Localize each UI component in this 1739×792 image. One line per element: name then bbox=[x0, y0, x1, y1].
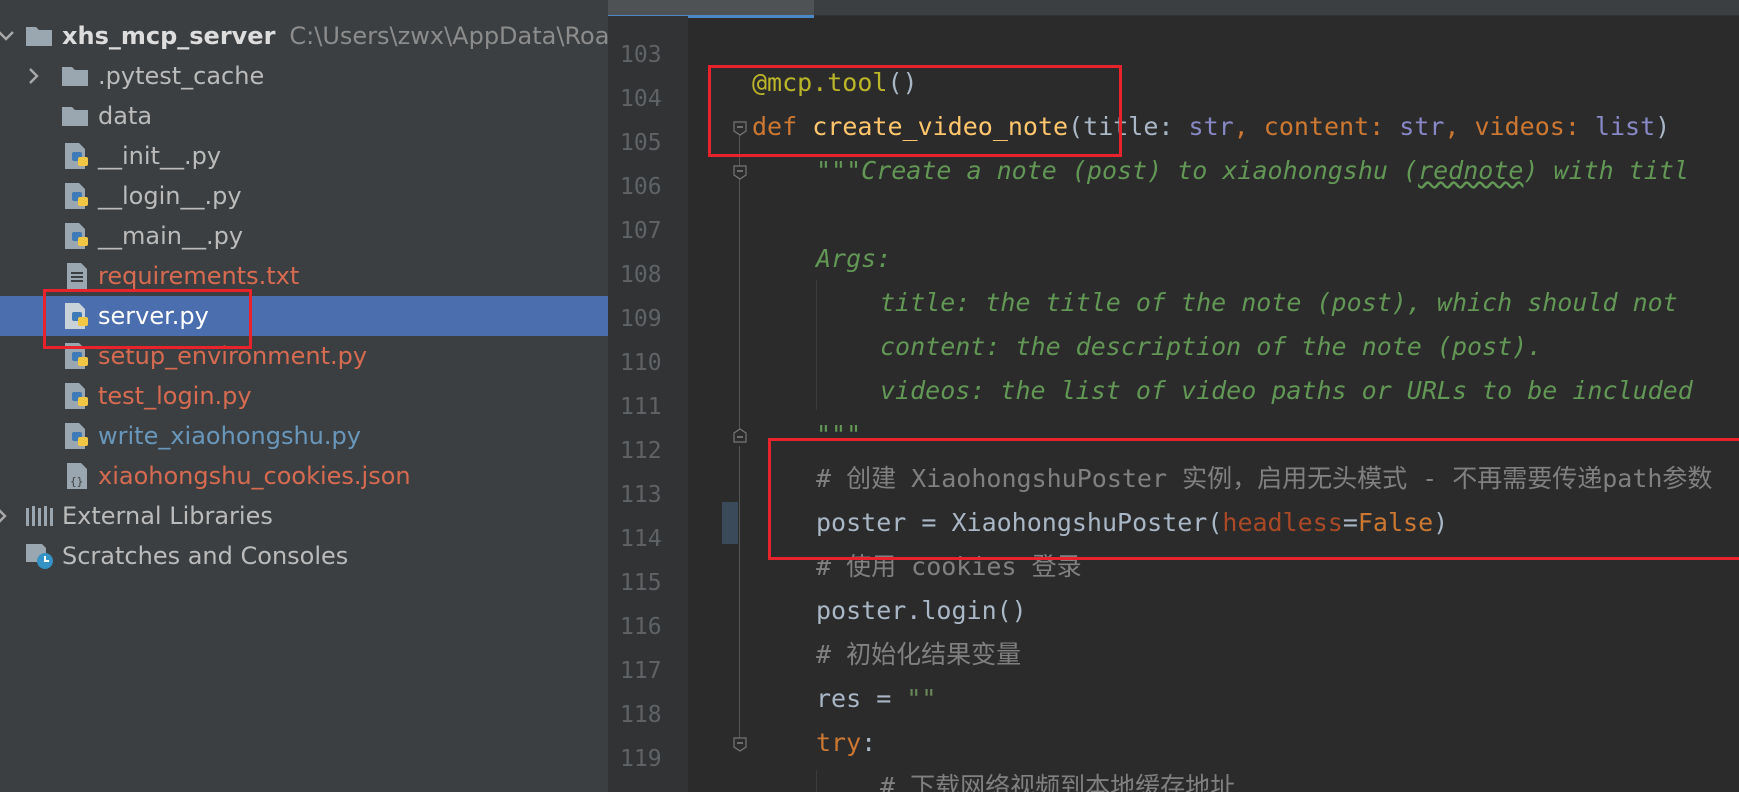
python-file-icon bbox=[65, 143, 88, 169]
tree-item-login-py[interactable]: __login__.py bbox=[0, 176, 608, 216]
chevron-right-icon[interactable] bbox=[22, 64, 46, 88]
tab-test-login-py[interactable] bbox=[1153, 0, 1393, 15]
editor-tab-bar bbox=[608, 0, 1739, 18]
python-file-icon bbox=[65, 383, 88, 409]
chevron-right-icon[interactable] bbox=[0, 504, 14, 528]
tree-item-external-libraries[interactable]: External Libraries bbox=[0, 496, 608, 536]
tree-item-label: requirements.txt bbox=[98, 262, 300, 290]
tree-item-requirements-txt[interactable]: requirements.txt bbox=[0, 256, 608, 296]
svg-text:{}: {} bbox=[70, 475, 83, 488]
annotation-box-poster bbox=[768, 438, 1739, 560]
code-line-117[interactable]: # 初始化结果变量 bbox=[816, 640, 1021, 670]
chevron-down-icon[interactable] bbox=[0, 24, 18, 48]
json-file-icon: {} bbox=[67, 463, 87, 489]
code-line-113[interactable]: # 创建 XiaohongshuPoster 实例，启用无头模式 - 不再需要传… bbox=[816, 464, 1712, 494]
tree-item-label: __init__.py bbox=[98, 142, 222, 170]
tree-item-label: xiaohongshu_cookies.json bbox=[98, 462, 411, 490]
root-folder-path: C:\Users\zwx\AppData\Roamin bbox=[289, 22, 608, 50]
line-number: 109 bbox=[620, 306, 662, 332]
caret-line-marker bbox=[722, 502, 738, 544]
code-line-106[interactable]: """Create a note (post) to xiaohongshu (… bbox=[816, 156, 1689, 186]
python-file-icon bbox=[65, 343, 88, 369]
line-number: 111 bbox=[620, 394, 662, 420]
folder-icon bbox=[62, 67, 88, 86]
tree-item-label: __main__.py bbox=[98, 222, 244, 250]
libraries-icon bbox=[26, 506, 53, 526]
line-number: 113 bbox=[620, 482, 662, 508]
indent-guide bbox=[816, 770, 817, 792]
tree-item-test-login-py[interactable]: test_login.py bbox=[0, 376, 608, 416]
tree-item-label: server.py bbox=[98, 302, 209, 330]
line-number: 108 bbox=[620, 262, 662, 288]
python-file-icon bbox=[65, 183, 88, 209]
line-number: 107 bbox=[620, 218, 662, 244]
tree-item-scratches-consoles[interactable]: Scratches and Consoles bbox=[0, 536, 608, 576]
sidebar-toolbar bbox=[0, 0, 608, 10]
code-line-104[interactable]: @mcp.tool() bbox=[752, 68, 918, 98]
line-number: 110 bbox=[620, 350, 662, 376]
code-line-110[interactable]: content: the description of the note (po… bbox=[880, 332, 1542, 362]
tree-item-server-py[interactable]: server.py bbox=[0, 296, 608, 336]
tree-item-pytest-cache[interactable]: .pytest_cache bbox=[0, 56, 608, 96]
code-line-108[interactable]: Args: bbox=[816, 244, 891, 274]
code-line-120[interactable]: # 下载网络视频到本地缓存地址 bbox=[880, 772, 1235, 792]
tree-item-setup-environment-py[interactable]: setup_environment.py bbox=[0, 336, 608, 376]
tree-item-cookies-json[interactable]: {} xiaohongshu_cookies.json bbox=[0, 456, 608, 496]
line-number: 103 bbox=[620, 42, 662, 68]
code-line-115[interactable]: # 使用 cookies 登录 bbox=[816, 552, 1082, 582]
line-number: 117 bbox=[620, 658, 662, 684]
tree-item-write-xiaohongshu-py[interactable]: write_xiaohongshu.py bbox=[0, 416, 608, 456]
code-line-114[interactable]: poster = XiaohongshuPoster(headless=Fals… bbox=[816, 508, 1448, 538]
line-number: 115 bbox=[620, 570, 662, 596]
tab-write-xiaohongshu-py[interactable] bbox=[818, 0, 1148, 15]
tree-item-label: External Libraries bbox=[62, 502, 273, 530]
root-folder-name: xhs_mcp_server bbox=[62, 22, 276, 50]
code-line-105[interactable]: def create_video_note(title: str, conten… bbox=[752, 112, 1670, 142]
indent-guide bbox=[816, 280, 817, 410]
line-number: 106 bbox=[620, 174, 662, 200]
code-editor[interactable]: 103 104 105 106 107 108 109 110 111 112 … bbox=[608, 0, 1739, 792]
code-line-111[interactable]: videos: the list of video paths or URLs … bbox=[880, 376, 1693, 406]
tree-item-label: data bbox=[98, 102, 153, 130]
fold-marker-icon[interactable] bbox=[732, 736, 748, 752]
tree-item-label: __login__.py bbox=[98, 182, 242, 210]
line-number-gutter: 103 104 105 106 107 108 109 110 111 112 … bbox=[608, 16, 688, 792]
python-file-icon bbox=[65, 303, 88, 329]
fold-line bbox=[739, 446, 740, 746]
tree-root-xhs-mcp-server[interactable]: xhs_mcp_server C:\Users\zwx\AppData\Roami… bbox=[0, 16, 608, 56]
code-line-118[interactable]: res = "" bbox=[816, 684, 936, 714]
code-line-116[interactable]: poster.login() bbox=[816, 596, 1027, 626]
line-number: 119 bbox=[620, 746, 662, 772]
text-file-icon bbox=[67, 263, 87, 289]
tree-item-label: test_login.py bbox=[98, 382, 252, 410]
line-number: 104 bbox=[620, 86, 662, 112]
code-line-112[interactable]: """ bbox=[816, 420, 861, 450]
tree-item-label: Scratches and Consoles bbox=[62, 542, 349, 570]
line-number: 118 bbox=[620, 702, 662, 728]
tree-item-init-py[interactable]: __init__.py bbox=[0, 136, 608, 176]
fold-marker-icon[interactable] bbox=[732, 164, 748, 180]
scratches-icon bbox=[26, 544, 53, 569]
project-tool-window: xhs_mcp_server C:\Users\zwx\AppData\Roami… bbox=[0, 0, 608, 792]
tree-item-label: write_xiaohongshu.py bbox=[98, 422, 361, 450]
folder-icon bbox=[62, 107, 88, 126]
line-number: 120 bbox=[620, 788, 680, 792]
tree-item-label: .pytest_cache bbox=[98, 62, 265, 90]
tree-item-label: setup_environment.py bbox=[98, 342, 368, 370]
python-file-icon bbox=[65, 223, 88, 249]
fold-marker-icon[interactable] bbox=[732, 428, 748, 444]
line-number: 112 bbox=[620, 438, 662, 464]
line-number: 116 bbox=[620, 614, 662, 640]
fold-marker-icon[interactable] bbox=[732, 120, 748, 136]
code-line-109[interactable]: title: the title of the note (post), whi… bbox=[880, 288, 1678, 318]
code-line-119[interactable]: try: bbox=[816, 728, 876, 758]
folder-icon bbox=[26, 27, 52, 46]
line-number: 114 bbox=[620, 526, 662, 552]
python-file-icon bbox=[65, 423, 88, 449]
tree-item-main-py[interactable]: __main__.py bbox=[0, 216, 608, 256]
tree-item-data[interactable]: data bbox=[0, 96, 608, 136]
line-number: 105 bbox=[620, 130, 662, 156]
